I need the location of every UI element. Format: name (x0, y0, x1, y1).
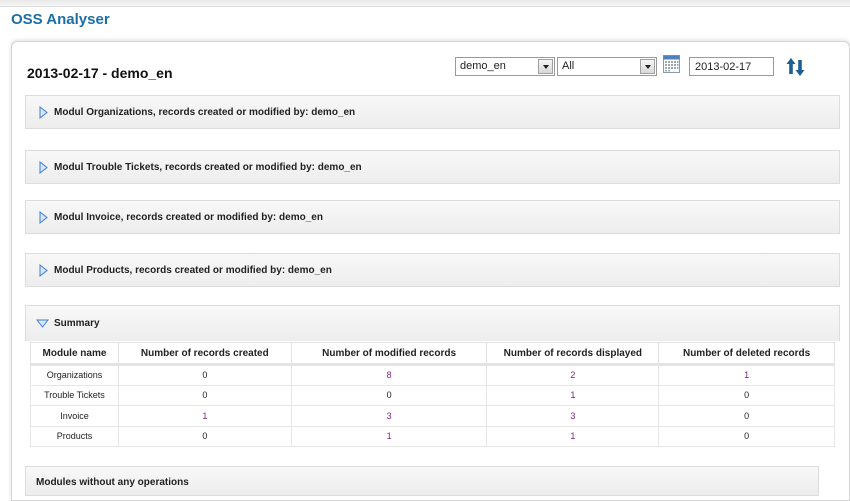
deleted-count-cell: 0 (658, 425, 835, 447)
module-products-label: Modul Products, records created or modif… (54, 264, 332, 276)
filter-select-value: All (562, 60, 575, 72)
table-row: Products 0 1 1 0 (30, 425, 835, 447)
module-organizations-label: Modul Organizations, records created or … (54, 106, 356, 118)
modified-count-cell[interactable]: 8 (290, 364, 488, 386)
app-title: OSS Analyser (11, 11, 110, 28)
column-header: Number of records created (117, 342, 292, 366)
table-row: Trouble Tickets 0 0 1 0 (30, 384, 835, 406)
chevron-down-icon[interactable] (640, 59, 655, 74)
expand-right-icon (39, 105, 48, 119)
displayed-count-cell[interactable]: 2 (486, 364, 660, 386)
module-name-cell: Products (30, 425, 119, 447)
created-count-cell[interactable]: 1 (117, 405, 292, 427)
created-count-cell: 0 (117, 364, 292, 386)
deleted-count-cell[interactable]: 1 (658, 364, 835, 386)
module-name-cell: Organizations (30, 364, 119, 386)
top-divider (0, 0, 850, 7)
created-count-cell: 0 (117, 384, 292, 406)
modified-count-cell[interactable]: 3 (290, 405, 488, 427)
deleted-count-cell: 0 (658, 405, 835, 427)
created-count-cell: 0 (117, 425, 292, 447)
collapse-down-icon (36, 319, 49, 328)
summary-label: Summary (54, 318, 100, 329)
column-header: Number of deleted records (658, 342, 835, 366)
displayed-count-cell[interactable]: 1 (486, 425, 660, 447)
displayed-count-cell[interactable]: 3 (486, 405, 660, 427)
module-products-bar[interactable]: Modul Products, records created or modif… (25, 253, 840, 287)
displayed-count-cell[interactable]: 1 (486, 384, 660, 406)
filter-select[interactable]: All (557, 57, 657, 76)
column-header: Number of records displayed (486, 342, 660, 366)
module-invoice-label: Modul Invoice, records created or modifi… (54, 211, 323, 223)
module-name-cell: Trouble Tickets (30, 384, 119, 406)
modified-count-cell: 0 (290, 384, 488, 406)
user-select-value: demo_en (460, 60, 506, 72)
summary-table: Module name Number of records created Nu… (30, 342, 835, 447)
sort-arrows-icon[interactable] (786, 57, 806, 77)
module-trouble-tickets-bar[interactable]: Modul Trouble Tickets, records created o… (25, 150, 840, 184)
expand-right-icon (39, 263, 48, 277)
modules-without-operations-label: Modules without any operations (36, 477, 189, 488)
modified-count-cell[interactable]: 1 (290, 425, 488, 447)
column-header: Module name (30, 342, 119, 366)
module-name-cell: Invoice (30, 405, 119, 427)
page-title: 2013-02-17 - demo_en (27, 65, 173, 81)
summary-bar[interactable]: Summary (25, 305, 840, 341)
summary-header-row: Module name Number of records created Nu… (30, 342, 835, 366)
module-trouble-tickets-label: Modul Trouble Tickets, records created o… (54, 161, 362, 173)
calendar-icon[interactable] (663, 55, 680, 73)
module-invoice-bar[interactable]: Modul Invoice, records created or modifi… (25, 200, 840, 234)
expand-right-icon (39, 210, 48, 224)
expand-right-icon (39, 160, 48, 174)
column-header: Number of modified records (290, 342, 488, 366)
module-organizations-bar[interactable]: Modul Organizations, records created or … (25, 95, 840, 129)
table-row: Organizations 0 8 2 1 (30, 364, 835, 386)
deleted-count-cell: 0 (658, 384, 835, 406)
date-input[interactable] (689, 57, 774, 76)
user-select[interactable]: demo_en (455, 57, 555, 76)
chevron-down-icon[interactable] (538, 59, 553, 74)
table-row: Invoice 1 3 3 0 (30, 405, 835, 427)
modules-without-operations-bar[interactable]: Modules without any operations (25, 466, 819, 496)
